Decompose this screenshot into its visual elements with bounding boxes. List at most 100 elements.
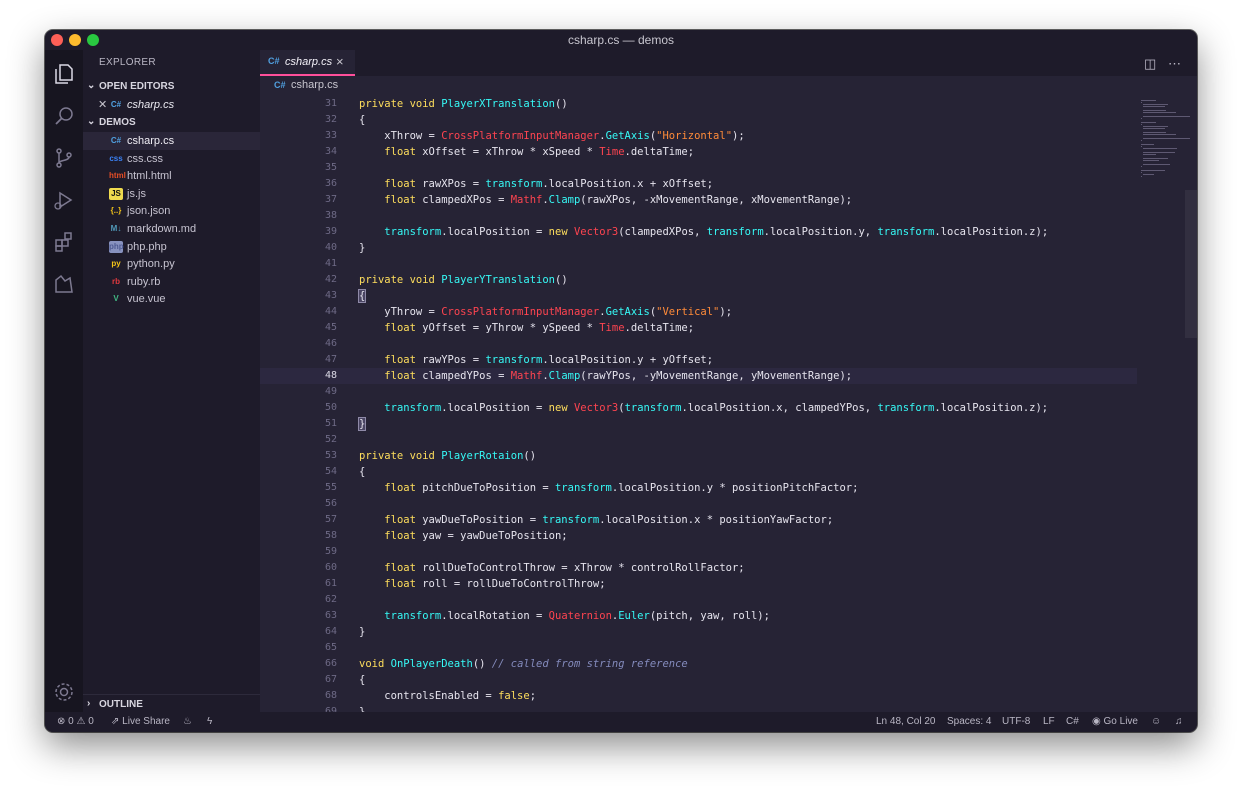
- code-line[interactable]: 42 private void PlayerYTranslation(): [260, 272, 1137, 288]
- code-line[interactable]: 69}: [260, 704, 1137, 712]
- code-line[interactable]: 41: [260, 256, 1137, 272]
- line-number: 61: [324, 578, 337, 589]
- file-item-python-py[interactable]: py python.py: [83, 255, 260, 273]
- outline-section[interactable]: › OUTLINE: [83, 694, 260, 712]
- file-type-icon: css: [109, 153, 123, 163]
- code-line[interactable]: 55 float pitchDueToPosition = transform.…: [260, 480, 1137, 496]
- code-line[interactable]: 65: [260, 640, 1137, 656]
- code-line[interactable]: 34 float xOffset = xThrow * xSpeed * Tim…: [260, 144, 1137, 160]
- line-number: 63: [324, 610, 337, 621]
- code-line[interactable]: 52: [260, 432, 1137, 448]
- code-line[interactable]: 64}: [260, 624, 1137, 640]
- code-line[interactable]: 61 float roll = rollDueToControlThrow;: [260, 576, 1137, 592]
- code-line[interactable]: 51}: [260, 416, 1137, 432]
- line-number: 69: [324, 706, 337, 712]
- code-line[interactable]: 62: [260, 592, 1137, 608]
- file-type-icon: {..}: [110, 206, 122, 216]
- feedback-icon[interactable]: ☺: [1151, 716, 1161, 727]
- encoding[interactable]: UTF-8: [1002, 716, 1030, 727]
- code-line[interactable]: 67 {: [260, 672, 1137, 688]
- indentation[interactable]: Spaces: 4: [947, 716, 991, 727]
- code-line[interactable]: 43 {: [260, 288, 1137, 304]
- code-line[interactable]: 58 float yaw = yawDueToPosition;: [260, 528, 1137, 544]
- file-item-markdown-md[interactable]: M↓ markdown.md: [83, 220, 260, 238]
- vertical-scrollbar[interactable]: [1185, 190, 1197, 338]
- code-editor[interactable]: 31 private void PlayerXTranslation() 32 {33…: [260, 96, 1197, 712]
- code-line[interactable]: 35: [260, 160, 1137, 176]
- code-line[interactable]: 46: [260, 336, 1137, 352]
- file-item-csharp-cs[interactable]: C# csharp.cs: [83, 132, 260, 150]
- code-line[interactable]: 31 private void PlayerXTranslation(): [260, 96, 1137, 112]
- code-line[interactable]: 57 float yawDueToPosition = transform.lo…: [260, 512, 1137, 528]
- line-number: 45: [324, 322, 337, 333]
- code-line[interactable]: 38: [260, 208, 1137, 224]
- code-text: yThrow = CrossPlatformInputManager.GetAx…: [359, 306, 733, 318]
- code-text: {: [359, 114, 366, 126]
- code-line[interactable]: 63 transform.localRotation = Quaternion.…: [260, 608, 1137, 624]
- open-editors-section[interactable]: ⌄ OPEN EDITORS: [83, 78, 260, 96]
- flame-icon[interactable]: ♨: [183, 716, 192, 727]
- file-item-json-json[interactable]: {..} json.json: [83, 202, 260, 220]
- file-item-js-js[interactable]: JS js.js: [83, 185, 260, 203]
- code-text: float rawYPos = transform.localPosition.…: [384, 354, 714, 366]
- explorer-icon[interactable]: [52, 62, 76, 86]
- line-number: 55: [324, 482, 337, 493]
- file-item-ruby-rb[interactable]: rb ruby.rb: [83, 273, 260, 291]
- settings-gear-icon[interactable]: [52, 680, 76, 704]
- language-mode[interactable]: C#: [1066, 716, 1079, 727]
- code-line[interactable]: 66 void OnPlayerDeath() // called from st…: [260, 656, 1137, 672]
- line-number: 42: [324, 274, 337, 285]
- minimap[interactable]: [1137, 96, 1197, 712]
- code-line[interactable]: 33 xThrow = CrossPlatformInputManager.Ge…: [260, 128, 1137, 144]
- file-item-vue-vue[interactable]: Vvue.vue: [83, 290, 260, 308]
- code-line[interactable]: 39 transform.localPosition = new Vector3…: [260, 224, 1137, 240]
- code-line[interactable]: 54 {: [260, 464, 1137, 480]
- code-line[interactable]: 40}: [260, 240, 1137, 256]
- code-line[interactable]: 32 {: [260, 112, 1137, 128]
- file-item-php-php[interactable]: php php.php: [83, 238, 260, 256]
- code-line[interactable]: 68 controlsEnabled = false;: [260, 688, 1137, 704]
- more-actions-icon[interactable]: ⋯: [1168, 56, 1181, 72]
- open-editor-item[interactable]: ✕ C# csharp.cs: [83, 96, 260, 114]
- close-icon[interactable]: ✕: [98, 98, 107, 111]
- file-name: python.py: [127, 258, 175, 271]
- line-number: 57: [324, 514, 337, 525]
- file-name: php.php: [127, 240, 167, 253]
- problems-indicator[interactable]: ⊗ 0 ⚠ 0: [57, 716, 94, 727]
- code-line[interactable]: 53 private void PlayerRotaion(): [260, 448, 1137, 464]
- cursor-position[interactable]: Ln 48, Col 20: [876, 716, 936, 727]
- bolt-icon[interactable]: ϟ: [207, 716, 212, 727]
- go-live-button[interactable]: ◉ Go Live: [1092, 716, 1138, 727]
- file-item-css-css[interactable]: css css.css: [83, 150, 260, 168]
- code-line[interactable]: 37 float clampedXPos = Mathf.Clamp(rawXP…: [260, 192, 1137, 208]
- code-line[interactable]: 60 float rollDueToControlThrow = xThrow …: [260, 560, 1137, 576]
- code-line[interactable]: 36 float rawXPos = transform.localPositi…: [260, 176, 1137, 192]
- outline-label: OUTLINE: [99, 699, 143, 710]
- breadcrumb: C# csharp.cs: [260, 76, 1197, 96]
- code-line[interactable]: 50 transform.localPosition = new Vector3…: [260, 400, 1137, 416]
- tab-csharp[interactable]: C# csharp.cs ×: [260, 50, 355, 76]
- line-number: 68: [324, 690, 337, 701]
- code-line[interactable]: 56: [260, 496, 1137, 512]
- source-control-icon[interactable]: [52, 146, 76, 170]
- notifications-bell-icon[interactable]: ♫: [1175, 716, 1183, 727]
- file-item-html-html[interactable]: html html.html: [83, 167, 260, 185]
- code-line[interactable]: 59: [260, 544, 1137, 560]
- code-line[interactable]: 47 float rawYPos = transform.localPositi…: [260, 352, 1137, 368]
- run-debug-icon[interactable]: [52, 188, 76, 212]
- split-editor-icon[interactable]: ◫: [1144, 56, 1156, 72]
- activity-bar: [45, 50, 83, 712]
- live-share-button[interactable]: ⇗ Live Share: [111, 716, 170, 727]
- close-tab-icon[interactable]: ×: [336, 54, 344, 69]
- remote-explorer-icon[interactable]: [52, 272, 76, 296]
- demos-folder[interactable]: ⌄ DEMOS: [83, 114, 260, 132]
- code-line[interactable]: 45 float yOffset = yThrow * ySpeed * Tim…: [260, 320, 1137, 336]
- line-ending[interactable]: LF: [1043, 716, 1055, 727]
- code-line[interactable]: 44 yThrow = CrossPlatformInputManager.Ge…: [260, 304, 1137, 320]
- code-text: float pitchDueToPosition = transform.loc…: [384, 482, 859, 494]
- code-line[interactable]: 48 float clampedYPos = Mathf.Clamp(rawYP…: [260, 368, 1137, 384]
- breadcrumb-file[interactable]: csharp.cs: [291, 79, 338, 91]
- search-icon[interactable]: [52, 104, 76, 128]
- code-line[interactable]: 49: [260, 384, 1137, 400]
- extensions-icon[interactable]: [52, 230, 76, 254]
